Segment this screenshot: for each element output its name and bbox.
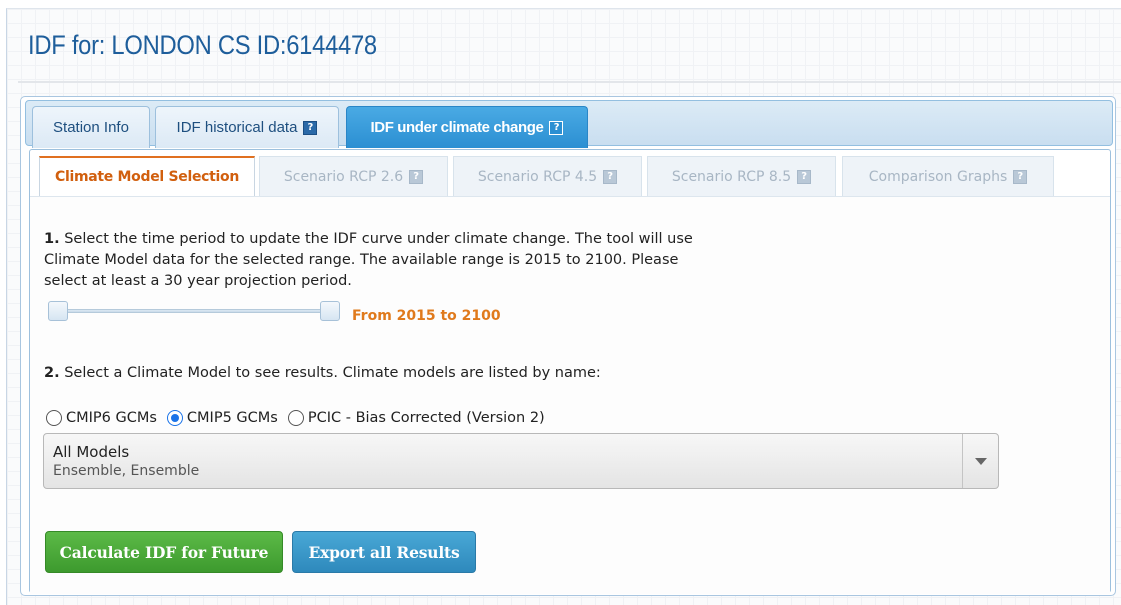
help-icon[interactable]: ? — [549, 120, 564, 135]
period-range-label: From 2015 to 2100 — [352, 308, 501, 324]
period-slider-track[interactable] — [52, 309, 330, 313]
caret-down-icon — [975, 458, 987, 465]
radio-pcic[interactable] — [287, 410, 304, 426]
climate-model-select[interactable]: All Models Ensemble, Ensemble — [43, 433, 999, 489]
tab-label: Scenario RCP 4.5 — [477, 168, 598, 185]
dropdown-toggle[interactable] — [962, 434, 998, 488]
slider-end-handle[interactable] — [320, 301, 340, 321]
step-number: 2. — [44, 365, 60, 381]
tab-content: 1. Select the time period to update the … — [30, 196, 1110, 594]
sub-tab-bar: Climate Model Selection Scenario RCP 2.6… — [30, 150, 1110, 196]
help-icon[interactable]: ? — [303, 120, 318, 135]
radio-cmip5[interactable] — [166, 410, 183, 426]
calculate-idf-button[interactable]: Calculate IDF for Future — [45, 531, 283, 573]
radio-cmip6[interactable] — [46, 410, 62, 426]
step-text: Select a Climate Model to see results. C… — [64, 365, 601, 381]
step-2-instructions: 2. Select a Climate Model to see results… — [44, 365, 601, 381]
tab-idf-under-climate-change[interactable]: IDF under climate change ? — [346, 106, 588, 148]
tab-climate-model-selection[interactable]: Climate Model Selection — [39, 156, 255, 196]
tab-comparison-graphs[interactable]: Comparison Graphs ? — [842, 156, 1054, 196]
selected-model: All Models — [53, 443, 130, 461]
help-icon[interactable]: ? — [409, 169, 424, 184]
step-number: 1. — [44, 231, 60, 247]
climate-change-panel: Climate Model Selection Scenario RCP 2.6… — [29, 149, 1111, 594]
model-type-radio-group: CMIP6 GCMs CMIP5 GCMs PCIC - Bias Correc… — [46, 410, 555, 426]
tab-label: Scenario RCP 2.6 — [283, 168, 404, 185]
radio-label-cmip5[interactable]: CMIP5 GCMs — [187, 410, 278, 426]
step-text: Select the time period to update the IDF… — [44, 231, 693, 289]
tab-scenario-rcp-8-5[interactable]: Scenario RCP 8.5 ? — [647, 156, 836, 196]
idf-panel: Station Info IDF historical data ? IDF u… — [20, 96, 1116, 596]
tab-label: Comparison Graphs — [868, 168, 1008, 185]
tab-idf-historical-data[interactable]: IDF historical data ? — [155, 106, 339, 148]
export-results-button[interactable]: Export all Results — [292, 531, 476, 573]
help-icon[interactable]: ? — [603, 169, 618, 184]
tab-label: Station Info — [53, 119, 129, 136]
tab-label: IDF under climate change — [370, 119, 544, 136]
tab-label: Climate Model Selection — [54, 169, 240, 185]
tab-station-info[interactable]: Station Info — [32, 106, 150, 148]
radio-label-cmip6[interactable]: CMIP6 GCMs — [66, 410, 157, 426]
tab-label: IDF historical data — [176, 119, 298, 136]
main-tab-bar: Station Info IDF historical data ? IDF u… — [25, 100, 1113, 148]
page-title: IDF for: LONDON CS ID:6144478 — [28, 30, 377, 60]
help-icon[interactable]: ? — [1013, 169, 1028, 184]
selected-model-details: Ensemble, Ensemble — [53, 463, 200, 479]
radio-label-pcic[interactable]: PCIC - Bias Corrected (Version 2) — [308, 410, 545, 426]
tab-label: Scenario RCP 8.5 — [671, 168, 792, 185]
title-bar: IDF for: LONDON CS ID:6144478 — [18, 8, 1121, 83]
step-1-instructions: 1. Select the time period to update the … — [44, 229, 724, 292]
help-icon[interactable]: ? — [797, 169, 812, 184]
tab-scenario-rcp-4-5[interactable]: Scenario RCP 4.5 ? — [453, 156, 642, 196]
slider-start-handle[interactable] — [48, 301, 68, 321]
tab-scenario-rcp-2-6[interactable]: Scenario RCP 2.6 ? — [259, 156, 448, 196]
